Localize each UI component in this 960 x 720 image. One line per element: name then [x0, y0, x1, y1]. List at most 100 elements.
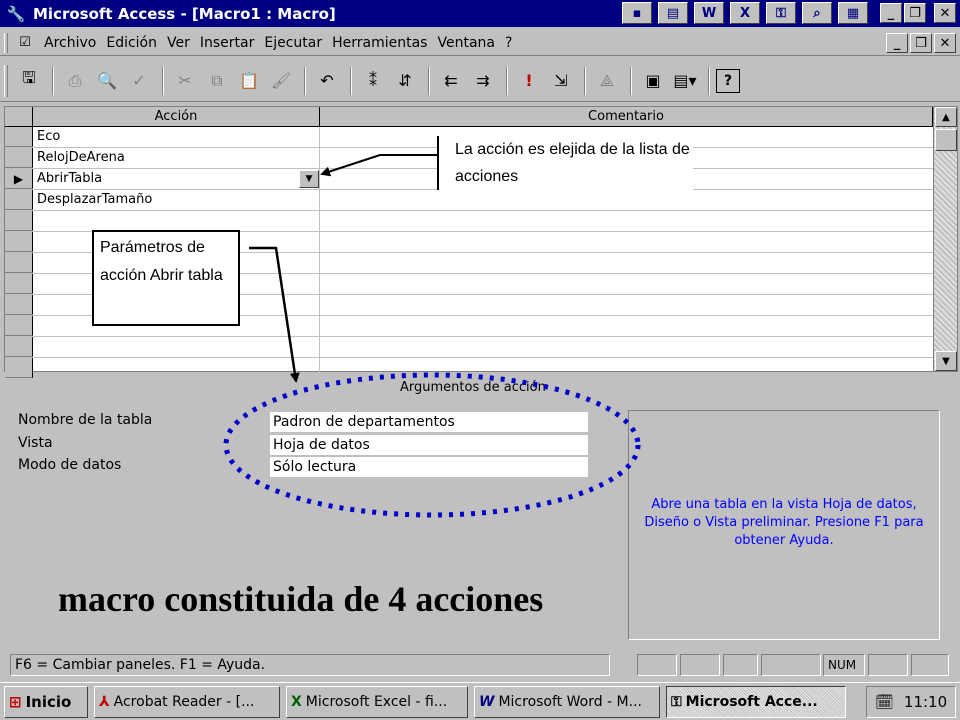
save-icon[interactable]: 🖫 — [14, 66, 44, 96]
menu-ventana[interactable]: Ventana — [437, 35, 495, 51]
row-selector[interactable] — [5, 232, 33, 252]
conditions-icon[interactable]: ⇵ — [390, 66, 420, 96]
restore-button[interactable]: ❐ — [904, 3, 926, 23]
table-row[interactable]: DesplazarTamaño — [5, 190, 933, 211]
excel-icon[interactable]: X — [730, 2, 760, 24]
row-selector[interactable] — [5, 148, 33, 168]
start-button[interactable]: ⊞ Inicio — [4, 685, 88, 718]
arg-label-table-name: Nombre de la tabla — [18, 412, 153, 428]
scroll-thumb[interactable] — [935, 129, 957, 151]
menu-ayuda[interactable]: ? — [505, 35, 512, 51]
help-icon[interactable]: ? — [716, 68, 740, 93]
menu-herramientas[interactable]: Herramientas — [332, 35, 427, 51]
row-selector[interactable] — [5, 127, 33, 147]
row-selector[interactable] — [5, 253, 33, 273]
vertical-scrollbar[interactable]: ▲ ▼ — [933, 107, 957, 371]
paste-icon[interactable]: 📋 — [234, 66, 264, 96]
scroll-up-button[interactable]: ▲ — [935, 107, 957, 127]
arg-data-mode-field[interactable]: Sólo lectura — [270, 457, 588, 477]
comment-cell[interactable] — [320, 316, 933, 336]
table-row[interactable] — [5, 358, 933, 379]
doc-restore-button[interactable]: ❐ — [910, 33, 932, 53]
key-icon[interactable]: 🔧 — [5, 4, 27, 24]
column-header-accion[interactable]: Acción — [33, 107, 320, 126]
build-icon[interactable]: ⟁ — [592, 66, 622, 96]
task-excel[interactable]: X Microsoft Excel - fi... — [286, 685, 468, 718]
comment-cell[interactable] — [320, 253, 933, 273]
doc-close-button[interactable]: ✕ — [934, 33, 956, 53]
menu-ejecutar[interactable]: Ejecutar — [264, 35, 322, 51]
insert-rows-icon[interactable]: ⇇ — [436, 66, 466, 96]
new-object-icon[interactable]: ▤▾ — [670, 66, 700, 96]
status-panel — [911, 654, 949, 676]
copy-icon[interactable]: ⧉ — [202, 66, 232, 96]
task-acrobat[interactable]: ⅄ Acrobat Reader - [... — [94, 685, 280, 718]
menu-edicion[interactable]: Edición — [106, 35, 157, 51]
row-selector[interactable] — [5, 211, 33, 231]
row-selector[interactable] — [5, 337, 33, 357]
comment-cell[interactable] — [320, 295, 933, 315]
arg-view-field[interactable]: Hoja de datos — [270, 435, 588, 455]
cut-icon[interactable]: ✂ — [170, 66, 200, 96]
menu-grip[interactable] — [4, 32, 8, 53]
action-cell[interactable]: AbrirTabla ▼ — [33, 169, 320, 189]
doc-minimize-button[interactable]: _ — [886, 33, 908, 53]
scheduler-icon[interactable]: 🗓 — [875, 693, 894, 711]
image-icon[interactable]: ▦ — [838, 2, 868, 24]
search-icon[interactable]: ⌕ — [802, 2, 832, 24]
arg-label-view: Vista — [18, 435, 53, 451]
comment-cell[interactable] — [320, 358, 933, 378]
table-row[interactable] — [5, 337, 933, 358]
print-preview-icon[interactable]: 🔍 — [92, 66, 122, 96]
undo-icon[interactable]: ↶ — [312, 66, 342, 96]
key-icon[interactable]: ⚿ — [766, 2, 796, 24]
word-icon[interactable]: W — [694, 2, 724, 24]
column-header-comentario[interactable]: Comentario — [320, 107, 933, 126]
comment-cell[interactable] — [320, 337, 933, 357]
row-selector[interactable] — [5, 316, 33, 336]
action-cell[interactable]: RelojDeArena — [33, 148, 320, 168]
task-label: Microsoft Excel - fi... — [305, 693, 448, 710]
table-row[interactable] — [5, 211, 933, 232]
toolbar-grip[interactable] — [4, 64, 8, 97]
task-word[interactable]: W Microsoft Word - M... — [474, 685, 660, 718]
comment-cell[interactable] — [320, 232, 933, 252]
select-all-corner[interactable] — [5, 107, 33, 126]
run-icon[interactable]: ! — [514, 66, 544, 96]
action-cell[interactable] — [33, 337, 320, 357]
row-selector[interactable] — [5, 358, 33, 378]
arg-table-name-field[interactable]: Padron de departamentos — [270, 412, 588, 432]
scroll-down-button[interactable]: ▼ — [935, 351, 957, 371]
menu-archivo[interactable]: Archivo — [44, 35, 96, 51]
menu-ver[interactable]: Ver — [167, 35, 190, 51]
current-row-indicator[interactable]: ▶ — [5, 169, 33, 189]
step-icon[interactable]: ⇲ — [546, 66, 576, 96]
action-cell[interactable]: Eco — [33, 127, 320, 147]
spelling-icon[interactable]: ✓ — [124, 66, 154, 96]
status-panel — [868, 654, 908, 676]
action-cell[interactable] — [33, 358, 320, 378]
macro-doc-icon[interactable]: ☑ — [16, 35, 34, 50]
menu-insertar[interactable]: Insertar — [200, 35, 255, 51]
delete-rows-icon[interactable]: ⇉ — [468, 66, 498, 96]
comment-cell[interactable] — [320, 274, 933, 294]
clock[interactable]: 11:10 — [904, 693, 947, 711]
database-window-icon[interactable]: ▣ — [638, 66, 668, 96]
comment-cell[interactable] — [320, 211, 933, 231]
close-button[interactable]: ✕ — [934, 3, 956, 23]
row-selector[interactable] — [5, 190, 33, 210]
row-selector[interactable] — [5, 274, 33, 294]
format-painter-icon[interactable]: 🖌 — [266, 66, 296, 96]
status-panel — [680, 654, 720, 676]
row-selector[interactable] — [5, 295, 33, 315]
comment-cell[interactable] — [320, 190, 933, 210]
action-cell[interactable] — [33, 211, 320, 231]
minimize-button[interactable]: _ — [880, 3, 902, 23]
print-icon[interactable]: ⎙ — [60, 66, 90, 96]
task-access[interactable]: ⚿ Microsoft Acce... — [666, 685, 846, 718]
macro-names-icon[interactable]: ⁑ — [358, 66, 388, 96]
action-dropdown-button[interactable]: ▼ — [299, 170, 319, 188]
access-icon[interactable]: ▪ — [622, 2, 652, 24]
document-icon[interactable]: ▤ — [658, 2, 688, 24]
action-cell[interactable]: DesplazarTamaño — [33, 190, 320, 210]
